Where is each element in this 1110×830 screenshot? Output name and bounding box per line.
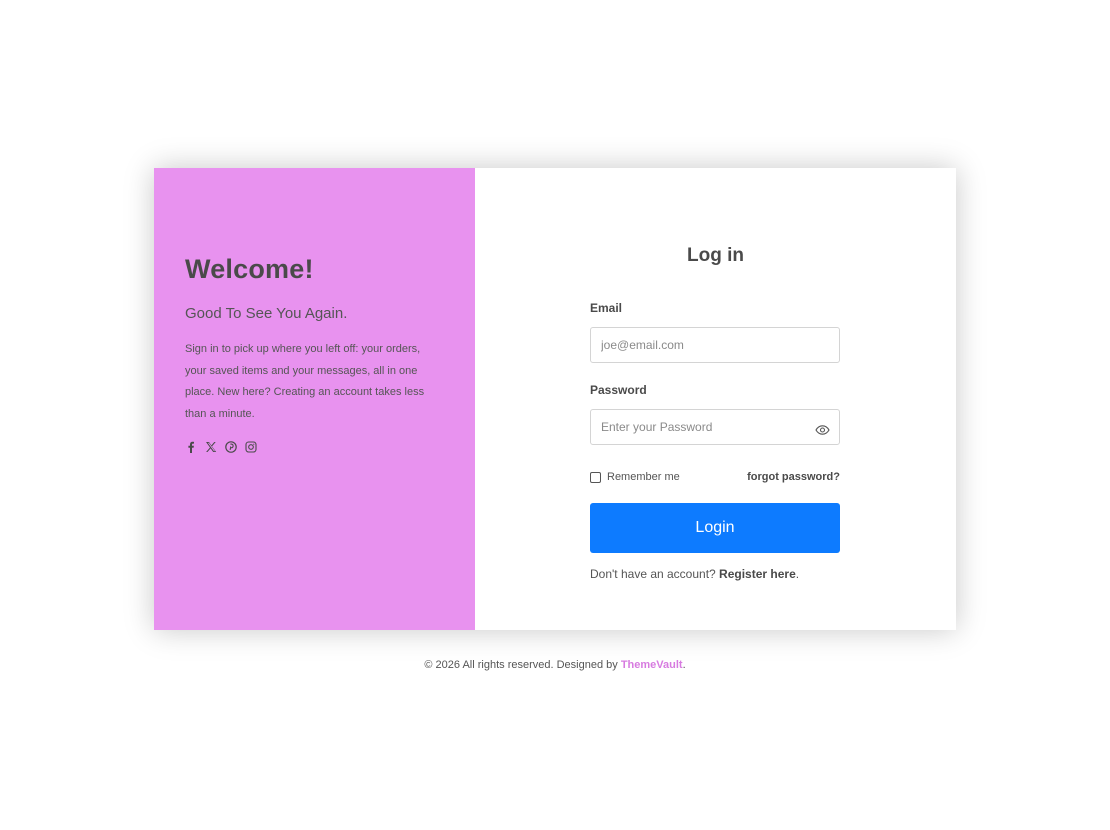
welcome-description: Sign in to pick up where you left off: y… <box>185 343 425 420</box>
forgot-password-link[interactable]: forgot password? <box>747 471 840 483</box>
login-title: Log in <box>687 245 744 266</box>
pinterest-icon[interactable] <box>225 441 237 453</box>
footer-text: © 2026 All rights reserved. Designed by <box>424 659 621 671</box>
instagram-icon[interactable] <box>245 441 257 453</box>
email-label: Email <box>590 301 623 315</box>
welcome-title: Welcome! <box>185 254 314 284</box>
social-links <box>185 441 444 453</box>
password-input-wrap <box>590 409 840 445</box>
register-line: Don't have an account? Register here. <box>590 567 840 581</box>
email-input[interactable] <box>590 327 840 363</box>
welcome-panel: Welcome! Good To See You Again. Sign in … <box>154 168 475 630</box>
eye-icon[interactable] <box>815 423 830 435</box>
login-form: Email Password Remember me forgot passwo… <box>590 301 840 581</box>
login-panel: Log in Email Password Remember me forgot… <box>475 168 956 630</box>
footer-brand-link[interactable]: ThemeVault <box>621 659 683 671</box>
register-suffix: . <box>795 567 800 581</box>
email-input-wrap <box>590 327 840 363</box>
footer: © 2026 All rights reserved. Designed by … <box>0 659 1110 671</box>
footer-suffix: . <box>682 659 686 671</box>
login-button[interactable]: Login <box>590 503 840 553</box>
register-link[interactable]: Register here <box>719 567 796 581</box>
facebook-icon[interactable] <box>185 441 197 453</box>
password-input[interactable] <box>590 409 840 445</box>
welcome-subtitle: Good To See You Again. <box>185 305 348 322</box>
x-twitter-icon[interactable] <box>205 441 217 453</box>
remember-label: Remember me <box>607 471 680 483</box>
remember-checkbox[interactable] <box>590 471 601 483</box>
login-card: Welcome! Good To See You Again. Sign in … <box>154 168 956 630</box>
options-row: Remember me forgot password? <box>590 469 840 485</box>
password-label: Password <box>590 383 647 397</box>
register-prompt: Don't have an account? <box>590 567 720 581</box>
remember-me[interactable]: Remember me <box>590 471 680 483</box>
